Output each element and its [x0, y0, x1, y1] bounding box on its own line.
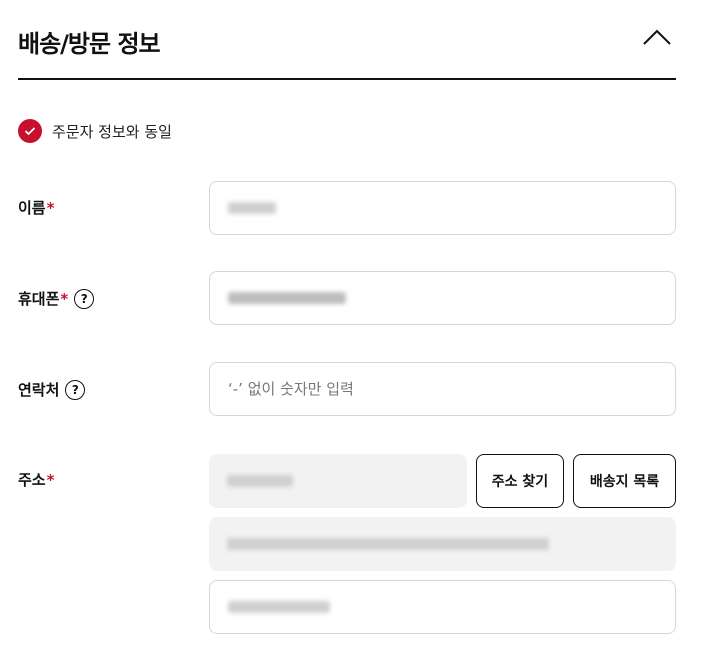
address-search-button[interactable]: 주소 찾기	[476, 454, 564, 508]
required-mark: *	[60, 289, 69, 308]
chevron-up-icon	[643, 29, 671, 45]
address-label: 주소 *	[18, 469, 54, 490]
masked-value	[228, 601, 330, 613]
masked-value	[228, 202, 276, 214]
postcode-field	[209, 454, 467, 508]
name-label-text: 이름	[18, 199, 46, 217]
address-field	[209, 517, 676, 571]
mobile-label-text: 휴대폰	[18, 290, 60, 308]
masked-value	[227, 538, 549, 550]
name-input[interactable]	[209, 181, 676, 235]
mobile-label: 휴대폰 * ?	[18, 288, 95, 309]
checkmark-icon	[18, 119, 42, 143]
section-header: 배송/방문 정보	[18, 0, 676, 80]
masked-value	[228, 292, 346, 304]
contact-label: 연락처 ?	[18, 379, 86, 400]
same-as-orderer-checkbox[interactable]: 주문자 정보와 동일	[18, 118, 172, 144]
address-list-button[interactable]: 배송지 목록	[573, 454, 676, 508]
masked-value	[227, 475, 293, 487]
required-mark: *	[46, 198, 55, 217]
collapse-toggle-button[interactable]	[642, 26, 672, 46]
mobile-input[interactable]	[209, 271, 676, 325]
help-icon[interactable]: ?	[74, 288, 95, 309]
address-label-text: 주소	[18, 471, 46, 489]
contact-input[interactable]	[209, 362, 676, 416]
address-detail-input[interactable]	[209, 580, 676, 634]
name-label: 이름 *	[18, 197, 54, 218]
help-icon[interactable]: ?	[65, 379, 86, 400]
contact-label-text: 연락처	[18, 381, 60, 399]
required-mark: *	[46, 470, 55, 489]
delivery-visit-info-section: 배송/방문 정보 주문자 정보와 동일 이름 * 휴대폰 * ? 연락처 ? ‘…	[0, 0, 724, 654]
same-as-orderer-label: 주문자 정보와 동일	[52, 122, 172, 141]
section-title: 배송/방문 정보	[18, 30, 161, 58]
